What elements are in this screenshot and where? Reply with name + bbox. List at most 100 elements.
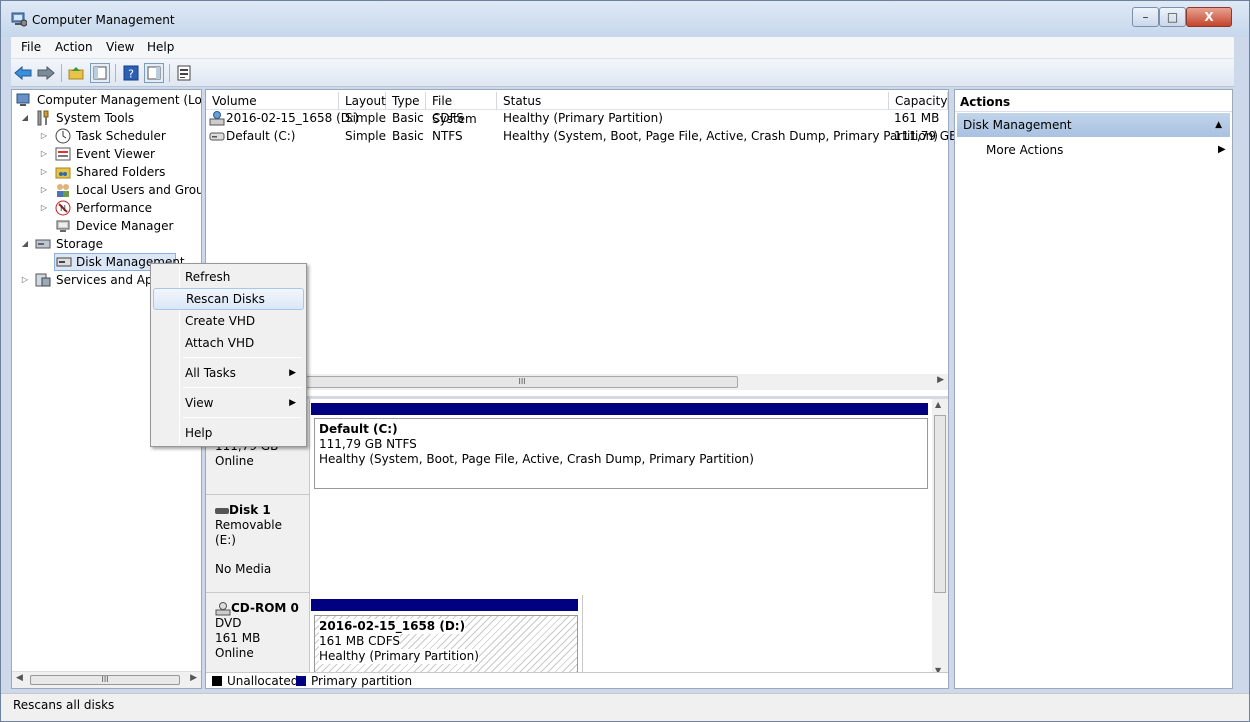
tree-item-performance[interactable]: ▷ N Performance	[39, 199, 199, 217]
menu-separator	[183, 387, 302, 388]
disk-1-name: Disk 1	[229, 503, 271, 517]
show-hide-console-tree-icon[interactable]	[90, 63, 110, 83]
collapsed-arrow-icon[interactable]: ▷	[39, 199, 49, 217]
close-button[interactable]: X	[1186, 7, 1232, 27]
properties-icon[interactable]	[174, 63, 194, 83]
partition-status: Healthy (System, Boot, Page File, Active…	[319, 452, 754, 466]
cd-drive-icon	[215, 601, 231, 615]
scroll-right-arrow-icon[interactable]: ▶	[937, 375, 944, 385]
tree-item-storage[interactable]: ◢ Storage	[20, 235, 200, 253]
partition-status: Healthy (Primary Partition)	[319, 649, 479, 664]
partition-name: Default (C:)	[319, 422, 398, 436]
collapse-arrow-icon[interactable]: ▲	[1215, 113, 1222, 137]
menu-item-all-tasks[interactable]: All Tasks ▶	[153, 362, 304, 384]
window-title: Computer Management	[32, 13, 175, 27]
volume-row[interactable]: Default (C:) Simple Basic NTFS Healthy (…	[206, 128, 957, 145]
more-actions-label: More Actions	[986, 143, 1064, 157]
cd-drive-icon	[209, 111, 225, 126]
tree-scroll-thumb[interactable]: III	[30, 675, 180, 685]
shared-folder-icon	[55, 167, 71, 179]
cdrom-0-name: CD-ROM 0	[231, 601, 299, 615]
primary-partition-swatch	[296, 676, 306, 686]
disk-view-vertical-scrollbar[interactable]: ▲ ▼	[932, 399, 948, 674]
column-capacity[interactable]: Capacity	[889, 92, 948, 110]
tree-item-label: Device Manager	[76, 219, 174, 233]
volume-status: Healthy (System, Boot, Page File, Active…	[503, 129, 938, 143]
tree-item-label: Event Viewer	[76, 147, 155, 161]
disk-graphical-view: 111,79 GB Online Default (C:) 111,79 GB …	[206, 396, 948, 674]
menu-separator	[183, 417, 302, 418]
menu-item-create-vhd[interactable]: Create VHD	[153, 310, 304, 332]
scroll-right-arrow-icon[interactable]: ▶	[190, 673, 197, 683]
menu-help[interactable]: Help	[147, 40, 174, 54]
tree-item-system-tools[interactable]: ◢ System Tools	[20, 109, 200, 127]
menu-separator	[183, 357, 302, 358]
volume-type: Basic	[392, 129, 424, 143]
collapsed-arrow-icon[interactable]: ▷	[39, 145, 49, 163]
collapsed-arrow-icon[interactable]: ▷	[39, 127, 49, 145]
cdrom-0-name-row: CD-ROM 0	[215, 601, 300, 616]
cdrom-partition-stripe	[311, 599, 578, 611]
menu-item-view[interactable]: View ▶	[153, 392, 304, 414]
performance-icon: N	[55, 200, 71, 216]
back-arrow-icon[interactable]	[13, 63, 33, 83]
column-status[interactable]: Status	[497, 92, 889, 110]
disk-0-partition-c[interactable]: Default (C:) 111,79 GB NTFS Healthy (Sys…	[314, 418, 928, 489]
show-hide-action-pane-icon[interactable]	[144, 63, 164, 83]
volume-list-scroll-thumb[interactable]: III	[306, 376, 738, 388]
collapsed-arrow-icon[interactable]: ▷	[20, 271, 30, 289]
forward-arrow-icon[interactable]	[36, 63, 56, 83]
disk-1-label[interactable]: Disk 1 Removable (E:) No Media	[206, 495, 310, 593]
volume-capacity: 161 MB	[894, 111, 940, 125]
tree-item-local-users-groups[interactable]: ▷ Local Users and Groups	[39, 181, 201, 199]
menu-file[interactable]: File	[21, 40, 41, 54]
menu-item-help[interactable]: Help	[153, 422, 304, 444]
expanded-arrow-icon[interactable]: ◢	[20, 109, 30, 127]
menu-action[interactable]: Action	[55, 40, 93, 54]
unallocated-swatch	[212, 676, 222, 686]
menu-item-rescan-disks[interactable]: Rescan Disks	[153, 288, 304, 310]
users-icon	[57, 184, 69, 197]
services-icon	[35, 273, 51, 287]
disk-view-scroll-thumb[interactable]	[934, 415, 946, 593]
column-layout[interactable]: Layout	[339, 92, 386, 110]
collapsed-arrow-icon[interactable]: ▷	[39, 163, 49, 181]
svg-text:?: ?	[128, 68, 134, 81]
column-type[interactable]: Type	[386, 92, 426, 110]
computer-management-icon	[11, 12, 27, 27]
tree-item-services-applications[interactable]: ▷ Services and Appl	[20, 271, 164, 289]
up-folder-icon[interactable]	[66, 63, 86, 83]
scroll-left-arrow-icon[interactable]: ◀	[16, 673, 23, 683]
submenu-arrow-icon[interactable]: ▶	[1218, 140, 1226, 160]
volume-row[interactable]: 2016-02-15_1658 (D:) Simple Basic CDFS H…	[206, 110, 948, 127]
tree-item-device-manager[interactable]: Device Manager	[39, 217, 199, 235]
storage-icon	[35, 239, 51, 249]
cdrom-partition-d[interactable]: 2016-02-15_1658 (D:) 161 MB CDFS Healthy…	[314, 615, 578, 674]
cdrom-0-size: 161 MB	[215, 631, 261, 645]
legend-unallocated: Unallocated	[227, 674, 299, 688]
actions-section-disk-management[interactable]: Disk Management ▲	[957, 113, 1230, 137]
help-icon[interactable]: ?	[121, 63, 141, 83]
hard-disk-icon	[209, 132, 225, 141]
volume-status: Healthy (Primary Partition)	[503, 111, 663, 125]
title-bar[interactable]: Computer Management – □ X	[1, 1, 1249, 37]
more-actions-item[interactable]: More Actions	[986, 140, 1063, 160]
tree-item-shared-folders[interactable]: ▷ Shared Folders	[39, 163, 199, 181]
minimize-button[interactable]: –	[1132, 7, 1159, 27]
menu-item-refresh[interactable]: Refresh	[153, 266, 304, 288]
column-file-system[interactable]: File System	[426, 92, 497, 126]
collapsed-arrow-icon[interactable]: ▷	[39, 181, 49, 199]
menu-view[interactable]: View	[106, 40, 134, 54]
expanded-arrow-icon[interactable]: ◢	[20, 235, 30, 253]
column-volume[interactable]: Volume	[206, 92, 339, 110]
menu-item-attach-vhd[interactable]: Attach VHD	[153, 332, 304, 354]
status-text: Rescans all disks	[13, 698, 115, 712]
maximize-button[interactable]: □	[1159, 7, 1186, 27]
event-viewer-icon	[55, 147, 71, 161]
tree-horizontal-scrollbar[interactable]: ◀ III ▶	[12, 671, 201, 688]
scroll-up-arrow-icon[interactable]: ▲	[935, 400, 941, 409]
cdrom-0-label[interactable]: CD-ROM 0 DVD 161 MB Online	[206, 593, 310, 674]
tree-item-task-scheduler[interactable]: ▷ Task Scheduler	[39, 127, 199, 145]
tree-item-event-viewer[interactable]: ▷ Event Viewer	[39, 145, 199, 163]
volume-list-horizontal-scrollbar[interactable]: III ▶	[206, 374, 948, 390]
